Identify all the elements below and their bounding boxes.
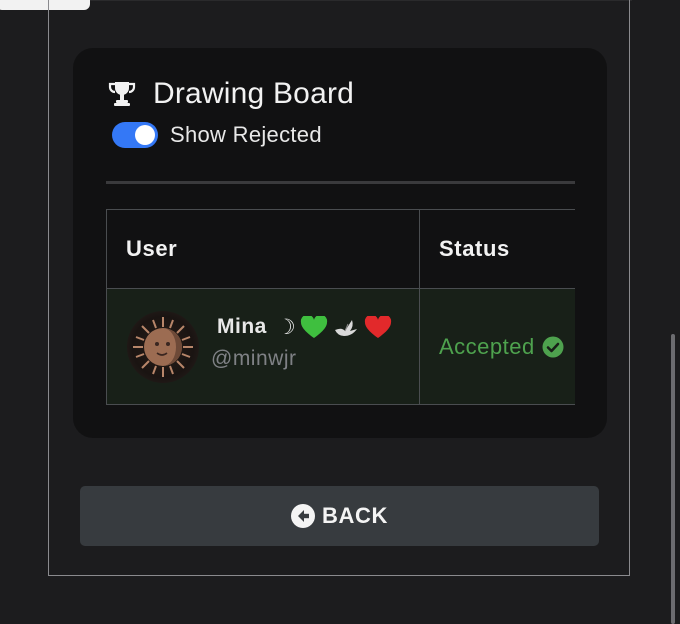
crescent-moon-emoji: ☽ <box>276 316 297 339</box>
user-cell: Mina ☽ @minwjr <box>106 288 420 405</box>
submissions-table: User Status Mina ☽ @minwjr Accepted <box>106 209 575 405</box>
status-cell: Accepted <box>419 288 575 405</box>
avatar[interactable] <box>127 311 199 383</box>
sun-moon-avatar-image <box>133 317 193 377</box>
trophy-icon <box>108 82 136 106</box>
status-text: Accepted <box>439 333 535 359</box>
column-header-user: User <box>106 209 420 289</box>
show-rejected-row: Show Rejected <box>112 122 322 148</box>
show-rejected-label: Show Rejected <box>170 122 322 147</box>
status-wrap: Accepted <box>439 334 575 360</box>
back-button-label: BACK <box>322 503 388 528</box>
toggle-knob <box>135 125 155 145</box>
scrollbar[interactable] <box>671 334 675 624</box>
card-title: Drawing Board <box>153 77 355 110</box>
back-button[interactable]: BACK <box>80 486 599 546</box>
section-divider <box>106 181 575 184</box>
user-display-name: Mina <box>217 315 267 339</box>
table-header-row: User Status <box>106 209 575 289</box>
submissions-table-wrapper[interactable]: User Status Mina ☽ @minwjr Accepted <box>106 209 575 405</box>
arrow-left-circle-icon <box>291 504 316 528</box>
red-heart-icon <box>365 315 392 338</box>
user-emojis: ☽ <box>273 315 392 340</box>
drawing-board-card: Drawing Board Show Rejected User Status <box>73 48 607 438</box>
user-handle: @minwjr <box>211 347 297 370</box>
card-header: Drawing Board <box>107 76 354 112</box>
user-name-line: Mina ☽ <box>217 315 392 340</box>
column-header-status: Status <box>419 209 575 289</box>
dove-icon <box>335 319 358 336</box>
show-rejected-toggle[interactable] <box>112 122 158 148</box>
check-circle-icon <box>542 336 564 357</box>
green-heart-icon <box>301 315 328 338</box>
table-row: Mina ☽ @minwjr Accepted <box>106 288 575 405</box>
